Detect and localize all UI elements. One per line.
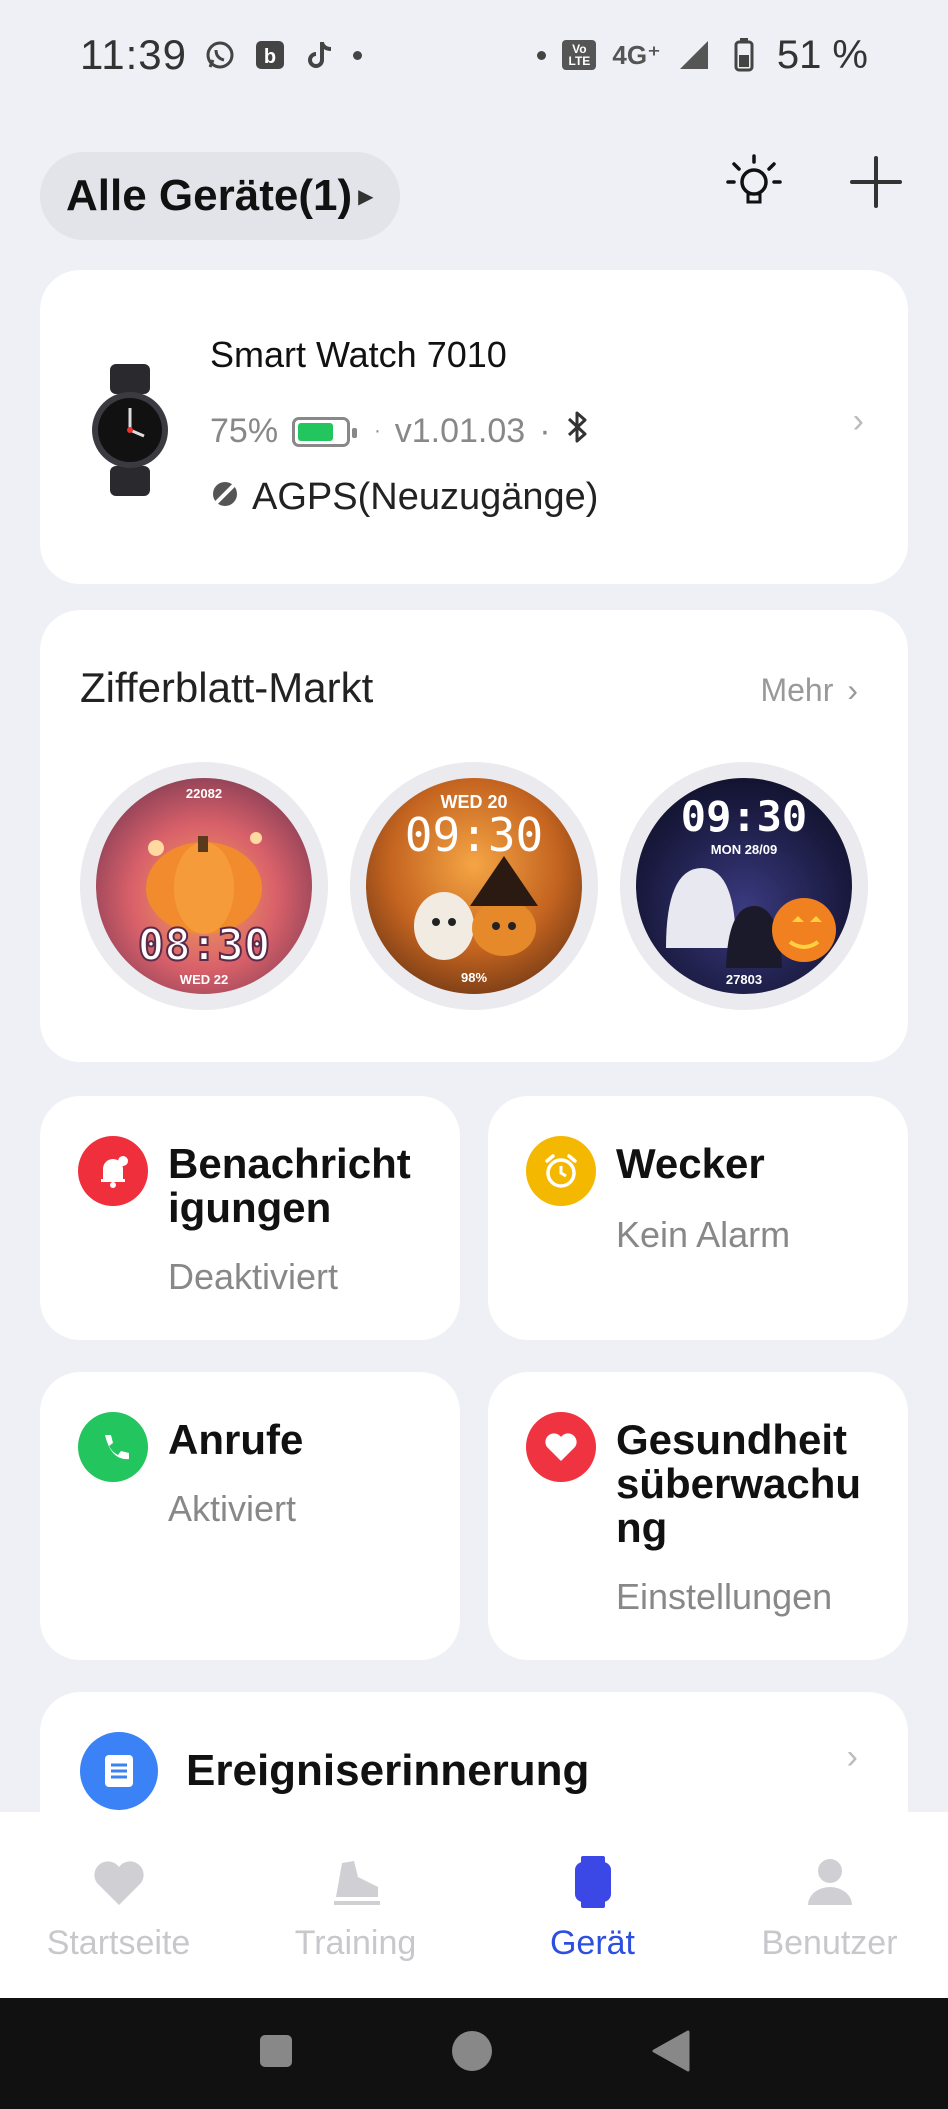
watchface-1-top: 22082	[185, 786, 223, 801]
market-title: Zifferblatt-Markt	[80, 664, 374, 711]
recents-icon[interactable]	[258, 2033, 294, 2074]
watchface-2[interactable]: WED 20 09:30 98%	[350, 762, 598, 1010]
nav-home-label: Startseite	[46, 1924, 191, 1962]
battery-dots-icon: ·	[374, 420, 381, 442]
status-right: Vo LTE 4G⁺ 51 %	[537, 33, 868, 78]
caret-right-icon: ▶	[358, 185, 374, 208]
svg-text:b: b	[264, 46, 276, 68]
status-left: 11:39 b	[80, 31, 362, 79]
market-more-label: Mehr	[760, 672, 834, 708]
agps-row: AGPS(Neuzugänge)	[210, 476, 598, 519]
watch-version: v1.01.03	[394, 412, 526, 450]
event-reminder-title: Ereigniserinnerung	[186, 1746, 590, 1795]
status-bar: 11:39 b Vo LTE 4G⁺ 51 %	[0, 0, 948, 110]
lightbulb-icon[interactable]	[722, 150, 786, 214]
user-icon	[800, 1854, 860, 1910]
watch-battery-percent: 75%	[210, 412, 279, 450]
watchface-3-date: MON 28/09	[710, 842, 778, 857]
whatsapp-icon	[203, 38, 237, 72]
status-time: 11:39	[80, 31, 187, 78]
watch-name: Smart Watch 7010	[210, 334, 507, 375]
calls-tile[interactable]: Anrufe Aktiviert	[40, 1372, 460, 1660]
home-icon[interactable]	[451, 2030, 493, 2077]
list-icon	[80, 1732, 158, 1810]
bluetooth-icon	[565, 410, 591, 453]
chevron-right-icon: ›	[852, 402, 864, 440]
watchface-1-time: 08:30	[137, 919, 271, 972]
shoe-icon	[326, 1854, 386, 1910]
b-app-icon: b	[253, 38, 287, 72]
agps-label: AGPS(Neuzugänge)	[252, 476, 599, 518]
dot-icon	[537, 50, 547, 60]
signal-icon	[677, 38, 711, 72]
nav-user-label: Benutzer	[761, 1924, 898, 1962]
nav-home[interactable]: Startseite	[0, 1812, 237, 1998]
watchface-2-preview: WED 20 09:30 98%	[366, 778, 582, 994]
watchface-2-time: 09:30	[404, 808, 544, 862]
back-icon[interactable]	[650, 2030, 690, 2077]
watchface-1[interactable]: 22082 08:30 WED 22	[80, 762, 328, 1010]
watch-image	[90, 364, 170, 496]
notification-dot-icon	[353, 50, 362, 60]
health-title: Gesundheit süberwachu ng	[616, 1416, 862, 1551]
plus-icon[interactable]	[844, 150, 908, 214]
notifications-title: Benachricht igungen	[168, 1140, 411, 1231]
notifications-tile[interactable]: Benachricht igungen Deaktiviert	[40, 1096, 460, 1340]
alarm-title: Wecker	[616, 1140, 765, 1187]
volte-icon: Vo LTE	[562, 40, 597, 70]
network-type: 4G⁺	[612, 39, 661, 70]
heart-icon	[89, 1854, 149, 1910]
calls-status: Aktiviert	[168, 1488, 297, 1529]
watchface-3-preview: 09:30 MON 28/09 27803	[636, 778, 852, 994]
notifications-status: Deaktiviert	[168, 1256, 339, 1297]
watchface-3[interactable]: 09:30 MON 28/09 27803	[620, 762, 868, 1010]
chevron-right-icon: ›	[846, 1738, 858, 1776]
phone-icon	[78, 1412, 148, 1482]
nav-device-label: Gerät	[549, 1924, 636, 1962]
nav-training[interactable]: Training	[237, 1812, 474, 1998]
health-status: Einstellungen	[616, 1576, 833, 1617]
device-selector[interactable]: Alle Geräte(1) ▶	[40, 152, 400, 240]
watchface-1-bottom: WED 22	[179, 972, 229, 987]
bottom-nav: Startseite Training Gerät Benutzer	[0, 1812, 948, 1998]
nav-device[interactable]: Gerät	[474, 1812, 711, 1998]
watch-battery-icon	[292, 416, 358, 447]
watch-icon	[563, 1854, 623, 1910]
watchface-3-time: 09:30	[680, 792, 808, 841]
watchface-2-bottom: 98%	[460, 970, 488, 985]
watch-meta: 75% · v1.01.03 ·	[210, 410, 591, 453]
calls-title: Anrufe	[168, 1416, 304, 1463]
chevron-right-icon: ›	[847, 672, 858, 708]
system-nav-bar	[0, 1998, 948, 2109]
bell-icon	[78, 1136, 148, 1206]
device-card[interactable]: Smart Watch 7010 75% · v1.01.03 · AGPS(N…	[40, 270, 908, 584]
tiktok-icon	[303, 38, 337, 72]
battery-icon	[727, 38, 761, 72]
watchface-market-card: Zifferblatt-Markt Mehr › 22082 08:30 WED…	[40, 610, 908, 1062]
alarm-clock-icon	[526, 1136, 596, 1206]
heart-icon	[526, 1412, 596, 1482]
health-tile[interactable]: Gesundheit süberwachu ng Einstellungen	[488, 1372, 908, 1660]
battery-percent: 51 %	[776, 32, 868, 77]
watchface-1-preview: 22082 08:30 WED 22	[96, 778, 312, 994]
separator-dot: ·	[539, 412, 551, 450]
alarm-status: Kein Alarm	[616, 1214, 791, 1255]
market-more-link[interactable]: Mehr ›	[760, 672, 858, 709]
nav-user[interactable]: Benutzer	[711, 1812, 948, 1998]
satellite-icon	[210, 476, 240, 519]
nav-training-label: Training	[294, 1924, 417, 1962]
watchface-3-steps: 27803	[725, 972, 763, 987]
alarm-tile[interactable]: Wecker Kein Alarm	[488, 1096, 908, 1340]
device-selector-label: Alle Geräte(1)	[66, 171, 353, 220]
